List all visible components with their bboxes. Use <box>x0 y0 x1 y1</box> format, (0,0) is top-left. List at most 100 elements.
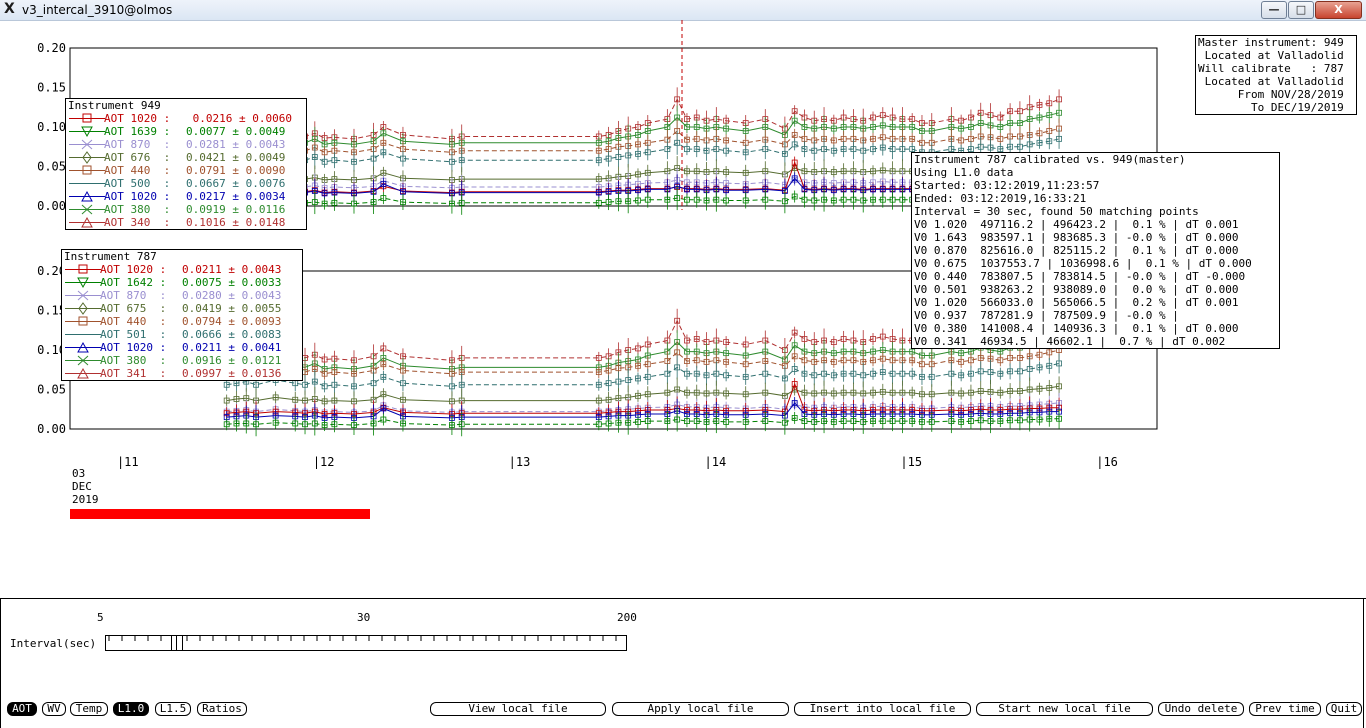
calibration-info-line: V0 0.937 787281.9 | 787509.9 | -0.0 % | <box>914 309 1179 322</box>
legend-row[interactable]: AOT 1020 : 0.0217 ± 0.0034 <box>66 190 306 203</box>
time-range-bar[interactable] <box>70 509 370 519</box>
ratios-toggle[interactable]: Ratios <box>197 702 247 716</box>
calibration-info-line: V0 0.675 1037553.7 | 1036998.6 | 0.1 % |… <box>914 257 1252 270</box>
legend-value: 0.0211 ± 0.0041 <box>182 341 282 354</box>
legend-symbol-icon <box>69 139 105 150</box>
legend-value: 0.0919 ± 0.0116 <box>186 203 286 216</box>
x-tick-label: |16 <box>1096 455 1118 469</box>
legend-row[interactable]: AOT 675 : 0.0419 ± 0.0055 <box>62 302 302 315</box>
legend-symbol-icon <box>65 341 101 353</box>
insert-into-local-file-button[interactable]: Insert into local file <box>794 702 971 716</box>
x11-app-icon: X <box>4 1 15 17</box>
calibration-info-line: V0 0.440 783807.5 | 783814.5 | -0.0 % | … <box>914 270 1246 283</box>
legend-instrument-949: Instrument 949 AOT 1020 : 0.0216 ± 0.006… <box>65 98 307 230</box>
interval-slider-ticks <box>108 636 617 641</box>
legend-symbol-icon <box>65 290 101 301</box>
window-titlebar: X v3_intercal_3910@olmos — □ X <box>0 0 1366 21</box>
interval-slider-thumb[interactable] <box>171 635 183 651</box>
close-button[interactable]: X <box>1315 1 1362 19</box>
y-tick-label: 0.15 <box>37 81 66 95</box>
legend-symbol-icon <box>69 216 105 228</box>
l15-toggle[interactable]: L1.5 <box>155 702 191 716</box>
legend-value: 0.0280 ± 0.0043 <box>182 289 282 302</box>
legend-row[interactable]: AOT 1020 : 0.0211 ± 0.0043 <box>62 263 302 276</box>
aot-toggle[interactable]: AOT <box>7 702 37 716</box>
legend-row[interactable]: AOT 501 : 0.0666 ± 0.0083 <box>62 328 302 341</box>
apply-local-file-button[interactable]: Apply local file <box>612 702 789 716</box>
legend-symbol-icon <box>69 204 105 215</box>
window-title: v3_intercal_3910@olmos <box>22 3 173 17</box>
interval-slider[interactable] <box>105 635 627 651</box>
legend-label: AOT 341 : <box>100 367 167 380</box>
y-tick-label: 0.10 <box>37 120 66 134</box>
legend-row[interactable]: AOT 1639 : 0.0077 ± 0.0049 <box>66 125 306 138</box>
calibration-info-line: Interval = 30 sec, found 50 matching poi… <box>914 205 1199 218</box>
interval-max-label: 200 <box>617 611 637 624</box>
legend-symbol-icon <box>65 367 101 379</box>
legend-instrument-787: Instrument 787 AOT 1020 : 0.0211 ± 0.0043… <box>61 249 303 381</box>
legend-row[interactable]: AOT 1020 : 0.0211 ± 0.0041 <box>62 341 302 354</box>
legend-symbol-icon <box>65 355 101 366</box>
legend-row[interactable]: AOT 500 : 0.0667 ± 0.0076 <box>66 177 306 190</box>
legend-symbol-icon <box>69 183 105 184</box>
calibration-results-box: Instrument 787 calibrated vs. 949(master… <box>911 152 1280 349</box>
interval-label: Interval(sec) <box>10 637 97 650</box>
legend-label: AOT 1639 : <box>104 125 171 138</box>
calibration-info-line: V0 1.643 983597.1 | 983685.3 | -0.0 % | … <box>914 231 1239 244</box>
legend-label: AOT 380 : <box>100 354 167 367</box>
minimize-button[interactable]: — <box>1261 1 1287 19</box>
calibration-info-line: Started: 03:12:2019,11:23:57 <box>914 179 1100 192</box>
view-local-file-button[interactable]: View local file <box>430 702 606 716</box>
legend-row[interactable]: AOT 870 : 0.0281 ± 0.0043 <box>66 138 306 151</box>
legend-value: 0.0997 ± 0.0136 <box>182 367 282 380</box>
prev-time-button[interactable]: Prev time <box>1249 702 1321 716</box>
legend-value: 0.0666 ± 0.0083 <box>182 328 282 341</box>
calibration-info-line: V0 0.380 141008.4 | 140936.3 | 0.1 % | d… <box>914 322 1239 335</box>
wv-toggle[interactable]: WV <box>42 702 66 716</box>
master-info-line: Located at Valladolid <box>1198 75 1344 88</box>
x-axis: |11 |12 |13 |14 |15 |16 <box>117 455 1118 469</box>
legend-label: AOT 870 : <box>104 138 171 151</box>
l10-toggle[interactable]: L1.0 <box>113 702 149 716</box>
maximize-button[interactable]: □ <box>1288 1 1314 19</box>
master-info-line: Will calibrate : 787 <box>1198 62 1344 75</box>
legend-row[interactable]: AOT 340 : 0.1016 ± 0.0148 <box>66 216 306 229</box>
legend-row[interactable]: AOT 380 : 0.0919 ± 0.0116 <box>66 203 306 216</box>
legend-symbol-icon <box>65 334 101 335</box>
legend-row[interactable]: AOT 440 : 0.0794 ± 0.0093 <box>62 315 302 328</box>
start-new-local-file-button[interactable]: Start new local file <box>976 702 1153 716</box>
legend-row[interactable]: AOT 1020 : 0.0216 ± 0.0060 <box>66 112 306 125</box>
master-info-line: Located at Valladolid <box>1198 49 1344 62</box>
calibration-info-line: V0 0.501 938263.2 | 938089.0 | 0.0 % | d… <box>914 283 1239 296</box>
interval-mid-label: 30 <box>357 611 371 624</box>
legend-row[interactable]: AOT 870 : 0.0280 ± 0.0043 <box>62 289 302 302</box>
legend-symbol-icon <box>65 264 101 274</box>
legend-787-title: Instrument 787 <box>64 250 157 263</box>
legend-row[interactable]: AOT 341 : 0.0997 ± 0.0136 <box>62 367 302 380</box>
date-year: 2019 <box>72 493 99 506</box>
undo-delete-button[interactable]: Undo delete <box>1158 702 1244 716</box>
legend-row[interactable]: AOT 676 : 0.0421 ± 0.0049 <box>66 151 306 164</box>
legend-label: AOT 1020 : <box>100 341 167 354</box>
legend-row[interactable]: AOT 1642 : 0.0075 ± 0.0033 <box>62 276 302 289</box>
date-month: DEC <box>72 480 92 493</box>
quit-button[interactable]: Quit <box>1326 702 1362 716</box>
y-tick-label: 0.00 <box>37 422 66 436</box>
legend-row[interactable]: AOT 380 : 0.0916 ± 0.0121 <box>62 354 302 367</box>
legend-label: AOT 676 : <box>104 151 171 164</box>
legend-value: 0.1016 ± 0.0148 <box>186 216 286 229</box>
calibration-info-line: V0 0.341 46934.5 | 46602.1 | 0.7 % | dT … <box>914 335 1226 348</box>
legend-row[interactable]: AOT 440 : 0.0791 ± 0.0090 <box>66 164 306 177</box>
legend-label: AOT 501 : <box>100 328 167 341</box>
x-tick-label: |13 <box>509 455 531 469</box>
y-tick-label: 0.05 <box>37 383 66 397</box>
legend-symbol-icon <box>69 165 105 175</box>
temp-toggle[interactable]: Temp <box>70 702 108 716</box>
calibration-info-line: Ended: 03:12:2019,16:33:21 <box>914 192 1087 205</box>
legend-949-title: Instrument 949 <box>68 99 161 112</box>
master-info-box: Master instrument: 949 Located at Vallad… <box>1195 35 1357 115</box>
legend-value: 0.0916 ± 0.0121 <box>182 354 282 367</box>
legend-value: 0.0667 ± 0.0076 <box>186 177 286 190</box>
legend-label: AOT 500 : <box>104 177 171 190</box>
control-panel-left-edge <box>0 598 1 728</box>
